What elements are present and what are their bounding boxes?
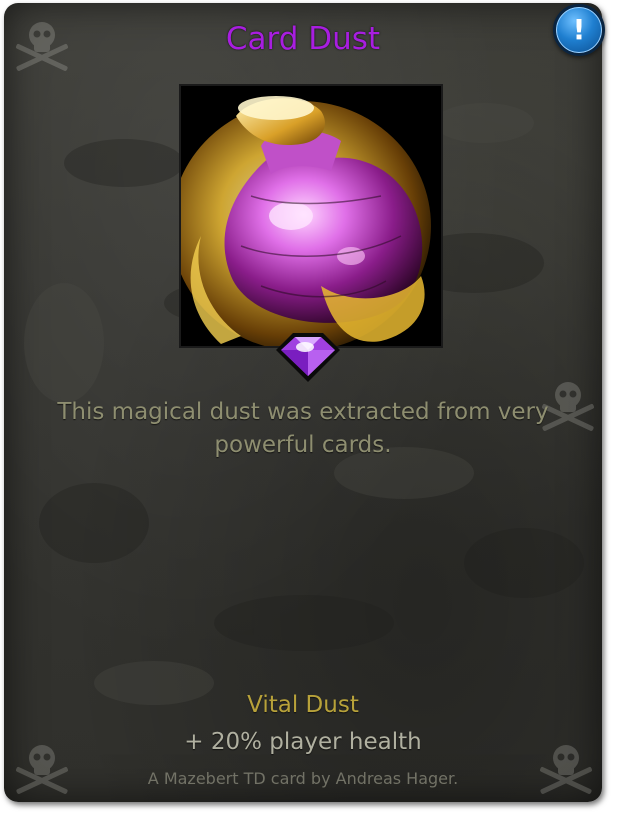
- potion-flask-icon: [181, 86, 441, 346]
- info-button[interactable]: !: [553, 4, 605, 56]
- card-panel: Card Dust This magical dust was extracte…: [4, 3, 602, 802]
- card-art: [179, 84, 443, 348]
- card-credit: A Mazebert TD card by Andreas Hager.: [147, 769, 459, 788]
- purple-gem-icon: [276, 333, 340, 382]
- effect-name: Vital Dust: [247, 692, 359, 718]
- effect-description: + 20% player health: [184, 729, 422, 755]
- exclamation-icon: !: [572, 13, 586, 46]
- card-title: Card Dust: [225, 21, 381, 57]
- card-description: This magical dust was extracted from ver…: [57, 399, 549, 458]
